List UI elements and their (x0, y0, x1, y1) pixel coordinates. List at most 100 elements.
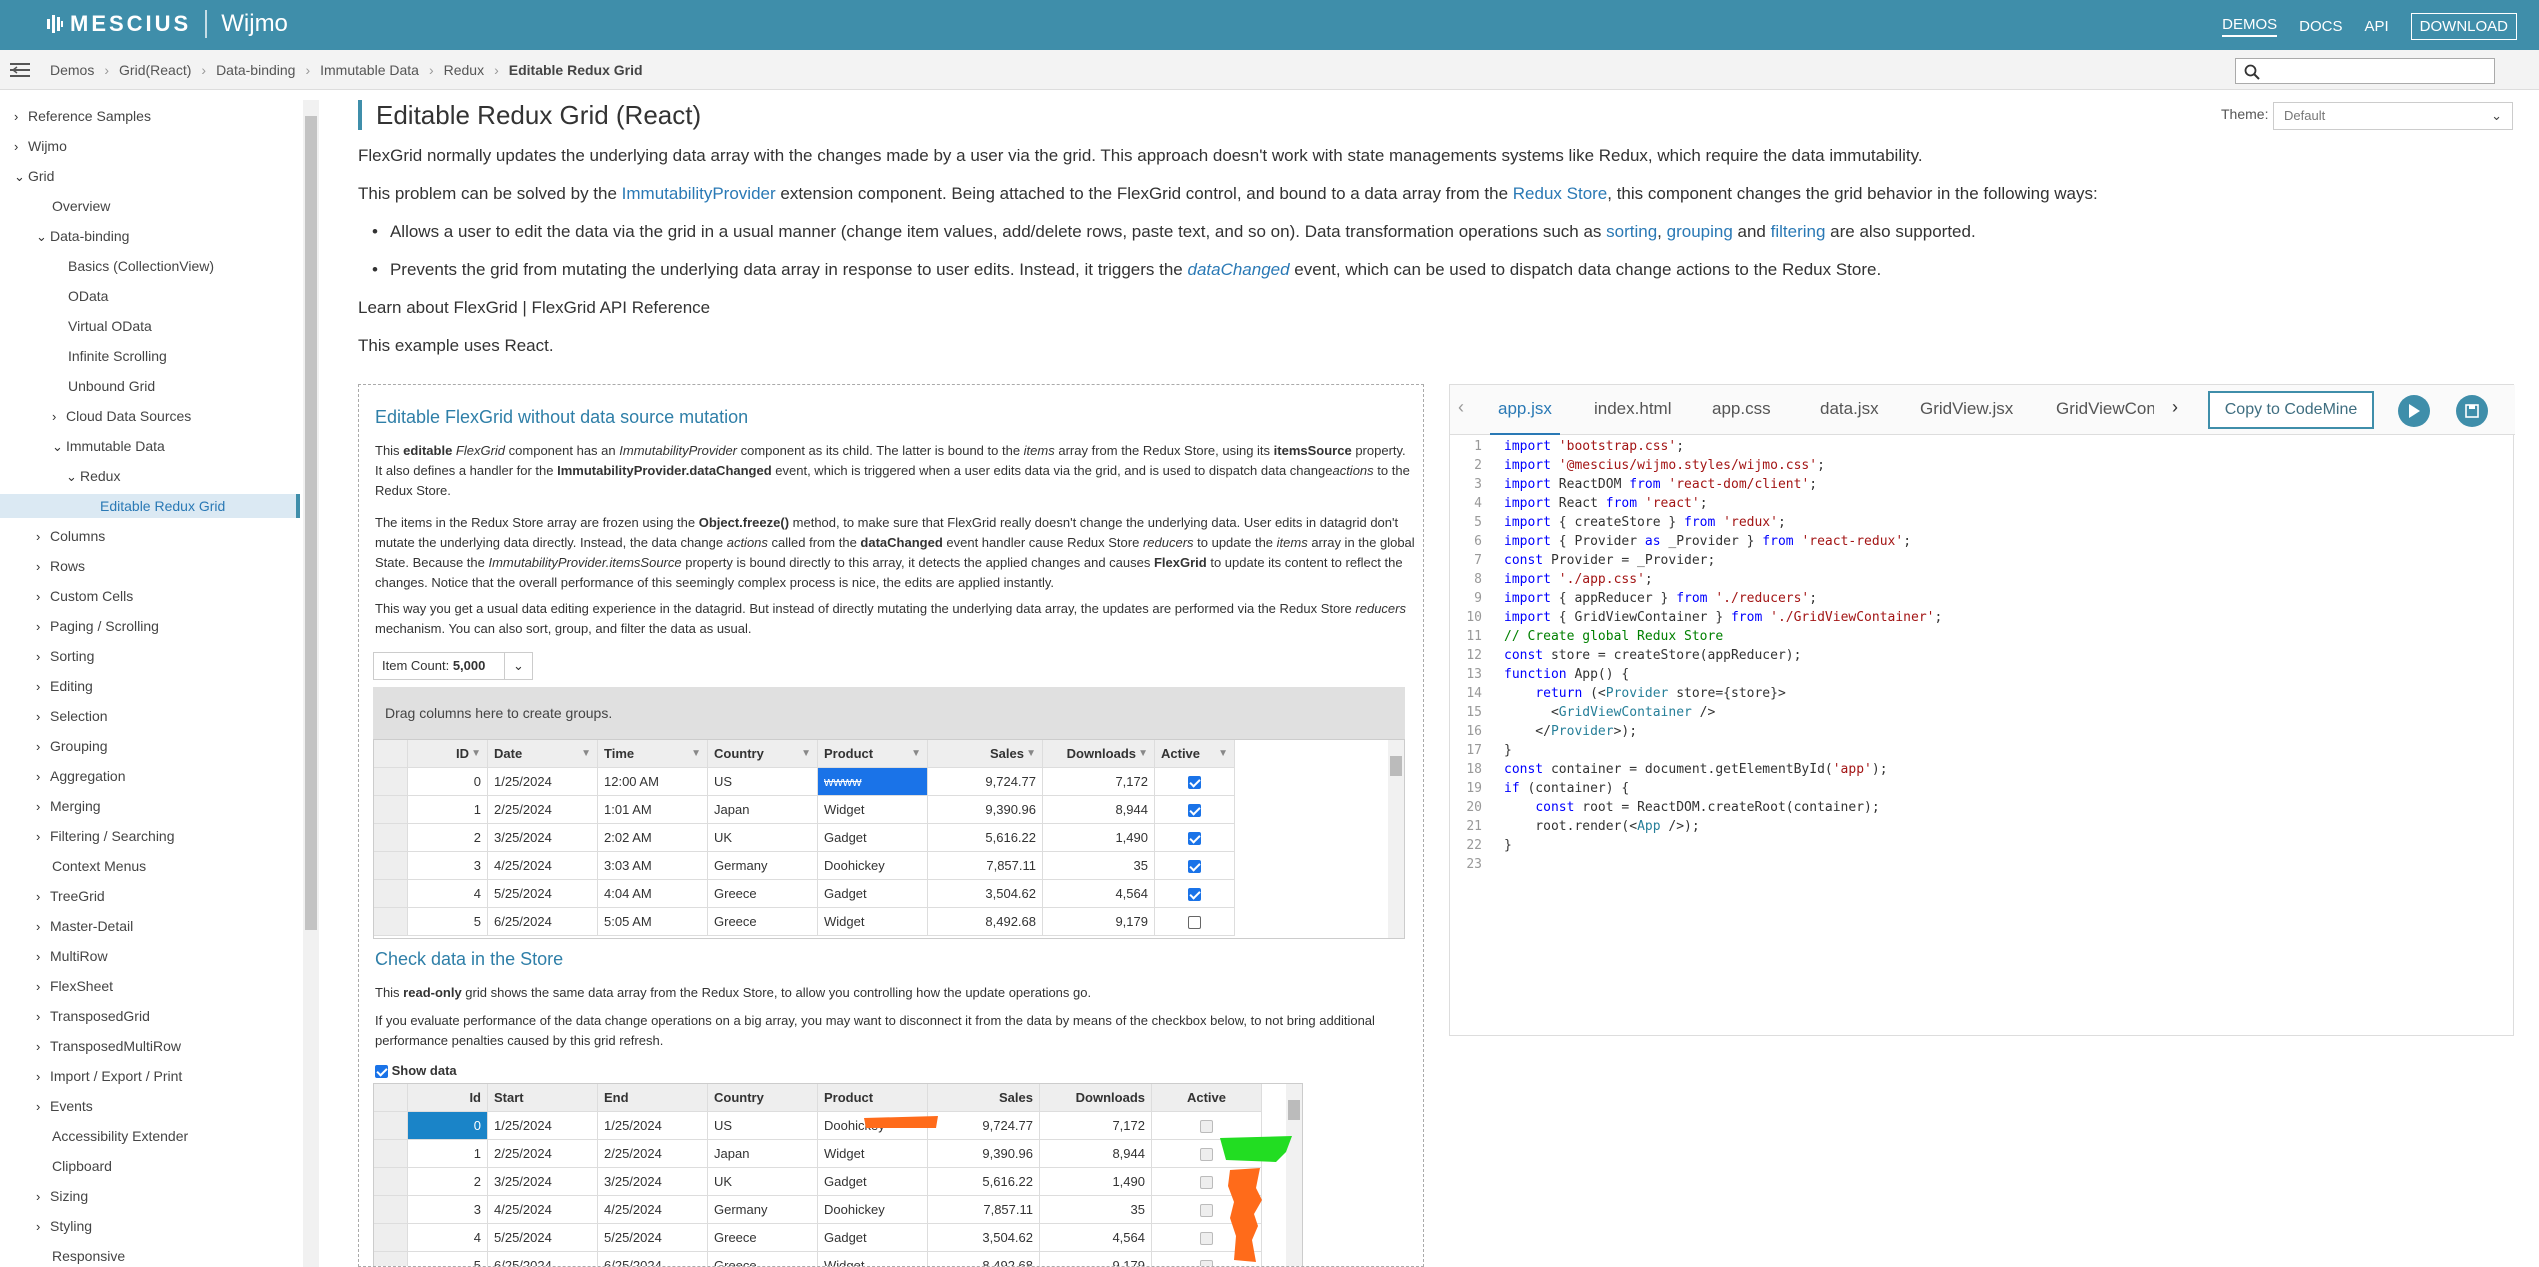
sidebar-item[interactable]: › Master-Detail (36, 914, 133, 938)
sidebar-item[interactable]: Clipboard (52, 1154, 112, 1178)
run-button[interactable] (2398, 395, 2430, 427)
grid-cell[interactable]: UK (708, 824, 818, 852)
column-header[interactable]: Downloads ▼ (1043, 740, 1155, 768)
sidebar-item[interactable]: OData (68, 284, 108, 308)
row-header-cell[interactable] (374, 1196, 408, 1224)
learn-more-link[interactable]: Learn about FlexGrid | FlexGrid API Refe… (358, 298, 710, 318)
column-header[interactable]: Time ▼ (598, 740, 708, 768)
column-header[interactable]: Active ▼ (1155, 740, 1235, 768)
grid-cell[interactable]: 9,724.77 (928, 1112, 1040, 1140)
grid-cell[interactable]: Gadget (818, 1224, 928, 1252)
grid-cell[interactable]: 6/25/2024 (598, 1252, 708, 1266)
checkbox-icon[interactable] (375, 1065, 388, 1079)
grid-cell[interactable]: 8,944 (1040, 1140, 1152, 1168)
chevron-right-icon[interactable]: › (2172, 397, 2178, 418)
sidebar-item[interactable]: › Selection (36, 704, 108, 728)
table-row[interactable]: 5 6/25/2024 6/25/2024 Greece Widget 8,492.68 9… (374, 1252, 1262, 1266)
filtering-link[interactable]: filtering (1771, 222, 1826, 241)
grid-scrollbar[interactable] (1286, 1084, 1302, 1266)
grid-cell[interactable]: 1/25/2024 (488, 1112, 598, 1140)
sidebar-item[interactable]: › Reference Samples (14, 104, 151, 128)
table-row[interactable]: 3 4/25/2024 3:03 AM Germany Doohickey 7,857.1… (374, 852, 1235, 880)
grid-cell[interactable]: 2 (408, 1168, 488, 1196)
grid-cell[interactable]: 0 (408, 1112, 488, 1140)
grid-cell[interactable]: 1,490 (1043, 824, 1155, 852)
grid-cell[interactable]: 2:02 AM (598, 824, 708, 852)
grid-cell[interactable]: 0 (408, 768, 488, 796)
sidebar-item[interactable]: › Events (36, 1094, 93, 1118)
sidebar-item[interactable]: ⌄ Grid (14, 164, 54, 188)
sidebar-item[interactable]: › TransposedGrid (36, 1004, 150, 1028)
table-row[interactable]: 4 5/25/2024 5/25/2024 Greece Gadget 3,504.62 4… (374, 1224, 1262, 1252)
grid-cell[interactable] (1155, 908, 1235, 936)
sidebar-item[interactable]: Overview (52, 194, 110, 218)
grid-scrollbar-thumb[interactable] (1288, 1100, 1300, 1120)
search-box[interactable] (2235, 58, 2495, 84)
tab-app-jsx[interactable]: app.jsx (1490, 399, 1560, 435)
grid-cell[interactable]: Japan (708, 796, 818, 824)
table-row[interactable]: 4 5/25/2024 4:04 AM Greece Gadget 3,504.62 4,5… (374, 880, 1235, 908)
nav-demos[interactable]: DEMOS (2222, 16, 2278, 37)
sorting-link[interactable]: sorting (1606, 222, 1657, 241)
sidebar-item[interactable]: ⌄ Data-binding (36, 224, 129, 248)
tab-gridview-jsx[interactable]: GridView.jsx (1920, 399, 2013, 419)
sidebar-item[interactable]: Responsive (52, 1244, 125, 1267)
grid-cell[interactable]: 6/25/2024 (488, 908, 598, 936)
row-header-cell[interactable] (374, 1224, 408, 1252)
sidebar-item[interactable]: › Sizing (36, 1184, 88, 1208)
grid-cell[interactable]: Japan (708, 1140, 818, 1168)
grid-cell[interactable]: 5/25/2024 (598, 1224, 708, 1252)
copy-to-codemine-button[interactable]: Copy to CodeMine (2208, 391, 2374, 429)
grid-cell[interactable]: Widget (818, 908, 928, 936)
column-header[interactable]: Sales ▼ (928, 740, 1043, 768)
tab-gridviewcontainer[interactable]: GridViewCon (2056, 399, 2154, 419)
grid-scrollbar-thumb[interactable] (1390, 756, 1402, 776)
sidebar-item[interactable]: ⌄ Immutable Data (52, 434, 165, 458)
grid-cell[interactable] (1155, 768, 1235, 796)
grid-cell[interactable]: 4,564 (1043, 880, 1155, 908)
row-header-cell[interactable] (374, 908, 408, 936)
table-row[interactable]: 5 6/25/2024 5:05 AM Greece Widget 8,492.68 9,1… (374, 908, 1235, 936)
grid-cell[interactable]: 7,857.11 (928, 1196, 1040, 1224)
sidebar-item[interactable]: › Cloud Data Sources (52, 404, 191, 428)
breadcrumb-data-binding[interactable]: Data-binding (216, 62, 295, 78)
column-header[interactable]: Sales (928, 1084, 1040, 1112)
filter-icon[interactable]: ▼ (1218, 740, 1228, 767)
grid-cell[interactable]: Greece (708, 908, 818, 936)
grid-cell[interactable]: 3 (408, 852, 488, 880)
tab-app-css[interactable]: app.css (1712, 399, 1771, 419)
grid-cell[interactable]: 1 (408, 796, 488, 824)
column-header[interactable]: Country (708, 1084, 818, 1112)
checkbox-icon[interactable] (1188, 888, 1201, 902)
grid-cell[interactable]: Doohickey (818, 1196, 928, 1224)
sidebar-item[interactable]: › Grouping (36, 734, 108, 758)
table-row[interactable]: 1 2/25/2024 1:01 AM Japan Widget 9,390.96 8,94… (374, 796, 1235, 824)
breadcrumb-grid-react[interactable]: Grid(React) (119, 62, 191, 78)
column-header[interactable]: Active (1152, 1084, 1262, 1112)
grid-cell[interactable]: 2/25/2024 (488, 796, 598, 824)
sidebar-item[interactable]: › Paging / Scrolling (36, 614, 159, 638)
checkbox-icon[interactable] (1188, 860, 1201, 874)
breadcrumb-immutable-data[interactable]: Immutable Data (320, 62, 419, 78)
grid-cell[interactable] (1155, 880, 1235, 908)
grid-cell[interactable]: 5:05 AM (598, 908, 708, 936)
grid-cell[interactable]: US (708, 768, 818, 796)
table-row[interactable]: 0 1/25/2024 1/25/2024 US Doohickey 9,724.77 7,… (374, 1112, 1262, 1140)
nav-download-button[interactable]: DOWNLOAD (2410, 13, 2517, 40)
row-header-cell[interactable] (374, 824, 408, 852)
redux-store-link[interactable]: Redux Store (1513, 184, 1608, 203)
column-header[interactable]: Date ▼ (488, 740, 598, 768)
sidebar-item[interactable]: Editable Redux Grid (0, 494, 300, 518)
row-header-cell[interactable] (374, 796, 408, 824)
grid-cell[interactable]: 3/25/2024 (598, 1168, 708, 1196)
grid-cell[interactable]: 6/25/2024 (488, 1252, 598, 1266)
sidebar-item[interactable]: › TransposedMultiRow (36, 1034, 181, 1058)
column-header[interactable]: Start (488, 1084, 598, 1112)
sidebar-item[interactable]: › Editing (36, 674, 93, 698)
sidebar-item[interactable]: › Styling (36, 1214, 92, 1238)
grid-cell[interactable]: 9,179 (1040, 1252, 1152, 1266)
grid-cell[interactable] (1155, 796, 1235, 824)
checkbox-icon[interactable] (1188, 776, 1201, 790)
grid-cell[interactable]: 3,504.62 (928, 1224, 1040, 1252)
immutability-provider-link[interactable]: ImmutabilityProvider (622, 184, 776, 203)
